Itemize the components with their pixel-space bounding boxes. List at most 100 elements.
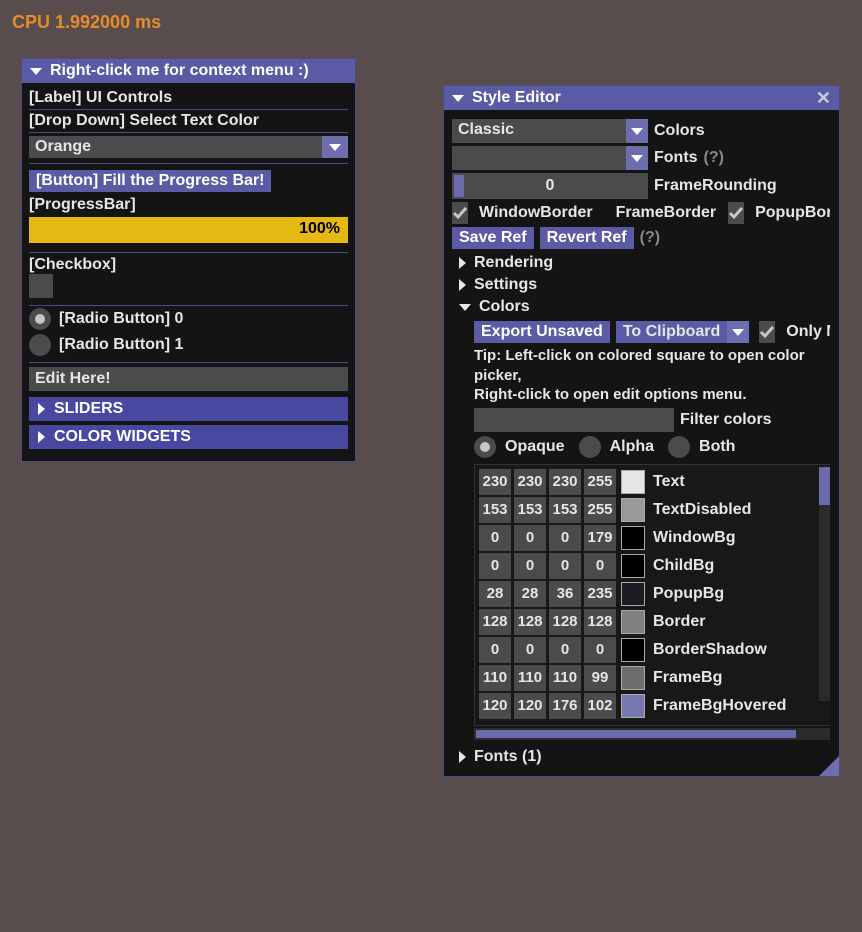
radio-opaque[interactable]: [474, 436, 496, 458]
only-modified-checkbox[interactable]: [759, 321, 775, 343]
dropdown-arrow-button[interactable]: [322, 136, 348, 158]
tree-label: Fonts (1): [474, 748, 542, 766]
color-component-input[interactable]: 0: [584, 637, 616, 663]
colors-preset-combo[interactable]: Classic: [452, 119, 648, 143]
progressbar-label: [ProgressBar]: [29, 196, 348, 214]
color-name: TextDisabled: [653, 501, 751, 519]
color-component-input[interactable]: 0: [549, 553, 581, 579]
dropdown-text-color[interactable]: Orange: [29, 136, 348, 164]
horizontal-scrollbar[interactable]: [474, 728, 830, 740]
color-component-input[interactable]: 99: [584, 665, 616, 691]
color-component-input[interactable]: 0: [479, 553, 511, 579]
color-swatch[interactable]: [621, 638, 645, 662]
color-component-input[interactable]: 120: [479, 693, 511, 719]
color-component-input[interactable]: 128: [549, 609, 581, 635]
color-component-input[interactable]: 230: [549, 469, 581, 495]
color-swatch[interactable]: [621, 666, 645, 690]
radio-0[interactable]: [29, 308, 51, 330]
color-component-input[interactable]: 255: [584, 469, 616, 495]
radio-both[interactable]: [668, 436, 690, 458]
color-swatch[interactable]: [621, 470, 645, 494]
resize-grip[interactable]: [819, 756, 839, 776]
color-name: Border: [653, 613, 705, 631]
color-component-input[interactable]: 255: [584, 497, 616, 523]
color-swatch[interactable]: [621, 582, 645, 606]
color-component-input[interactable]: 128: [584, 609, 616, 635]
color-component-input[interactable]: 110: [479, 665, 511, 691]
color-component-input[interactable]: 128: [479, 609, 511, 635]
color-component-input[interactable]: 102: [584, 693, 616, 719]
color-component-input[interactable]: 110: [514, 665, 546, 691]
color-component-input[interactable]: 176: [549, 693, 581, 719]
to-clipboard-combo[interactable]: To Clipboard: [616, 321, 749, 343]
text-input-edit-here[interactable]: Edit Here!: [29, 367, 348, 391]
color-component-input[interactable]: 235: [584, 581, 616, 607]
color-component-input[interactable]: 0: [479, 525, 511, 551]
color-component-input[interactable]: 0: [514, 525, 546, 551]
titlebar-1[interactable]: Right-click me for context menu :): [22, 59, 355, 83]
color-component-input[interactable]: 28: [514, 581, 546, 607]
help-icon[interactable]: (?): [640, 229, 660, 247]
tree-label: Settings: [474, 276, 537, 294]
filter-colors-input[interactable]: [474, 408, 674, 432]
color-component-input[interactable]: 36: [549, 581, 581, 607]
tree-rendering[interactable]: Rendering: [452, 252, 830, 274]
color-component-input[interactable]: 28: [479, 581, 511, 607]
color-component-input[interactable]: 153: [479, 497, 511, 523]
color-component-input[interactable]: 230: [514, 469, 546, 495]
color-component-input[interactable]: 0: [514, 637, 546, 663]
radio-alpha[interactable]: [579, 436, 601, 458]
color-swatch[interactable]: [621, 610, 645, 634]
combo-arrow[interactable]: [626, 119, 648, 143]
save-ref-button[interactable]: Save Ref: [452, 227, 534, 249]
color-component-input[interactable]: 120: [514, 693, 546, 719]
collapse-icon[interactable]: [30, 68, 42, 75]
fonts-combo[interactable]: [452, 146, 648, 170]
color-component-input[interactable]: 0: [514, 553, 546, 579]
color-component-input[interactable]: 0: [549, 525, 581, 551]
title-text: Right-click me for context menu :): [50, 62, 309, 80]
frame-rounding-slider[interactable]: 0: [452, 173, 648, 199]
color-swatch[interactable]: [621, 498, 645, 522]
vertical-scrollbar[interactable]: [819, 467, 830, 701]
color-component-input[interactable]: 153: [549, 497, 581, 523]
tree-settings[interactable]: Settings: [452, 274, 830, 296]
sliders-label: SLIDERS: [54, 400, 123, 418]
checkbox[interactable]: [29, 274, 53, 298]
combo-arrow[interactable]: [626, 146, 648, 170]
tree-fonts[interactable]: Fonts (1): [452, 746, 830, 768]
color-row: 282836235PopupBg: [479, 581, 829, 607]
color-component-input[interactable]: 0: [549, 637, 581, 663]
collapse-icon[interactable]: [452, 95, 464, 102]
colors-label: Colors: [654, 122, 705, 140]
revert-ref-button[interactable]: Revert Ref: [540, 227, 634, 249]
color-widgets-header[interactable]: COLOR WIDGETS: [29, 425, 348, 449]
radio-1[interactable]: [29, 334, 51, 356]
color-component-input[interactable]: 153: [514, 497, 546, 523]
radio-alpha-label: Alpha: [610, 438, 654, 456]
color-name: ChildBg: [653, 557, 714, 575]
chevron-right-icon: [459, 751, 466, 763]
fill-progress-button[interactable]: [Button] Fill the Progress Bar!: [29, 170, 271, 192]
help-icon[interactable]: (?): [704, 149, 724, 167]
color-component-input[interactable]: 0: [479, 637, 511, 663]
color-component-input[interactable]: 128: [514, 609, 546, 635]
color-swatch[interactable]: [621, 694, 645, 718]
color-swatch[interactable]: [621, 554, 645, 578]
color-component-input[interactable]: 110: [549, 665, 581, 691]
color-component-input[interactable]: 0: [584, 553, 616, 579]
popup-border-checkbox[interactable]: [728, 202, 744, 224]
combo-arrow[interactable]: [727, 321, 749, 343]
color-component-input[interactable]: 179: [584, 525, 616, 551]
tree-colors[interactable]: Colors: [452, 296, 830, 318]
color-swatch[interactable]: [621, 526, 645, 550]
export-unsaved-button[interactable]: Export Unsaved: [474, 321, 610, 343]
titlebar-2[interactable]: Style Editor ✕: [444, 86, 839, 110]
colors-list: 230230230255Text153153153255TextDisabled…: [474, 464, 830, 726]
sliders-header[interactable]: SLIDERS: [29, 397, 348, 421]
close-icon[interactable]: ✕: [816, 91, 831, 105]
color-component-input[interactable]: 230: [479, 469, 511, 495]
color-row: 153153153255TextDisabled: [479, 497, 829, 523]
color-row: 128128128128Border: [479, 609, 829, 635]
window-border-checkbox[interactable]: [452, 202, 468, 224]
